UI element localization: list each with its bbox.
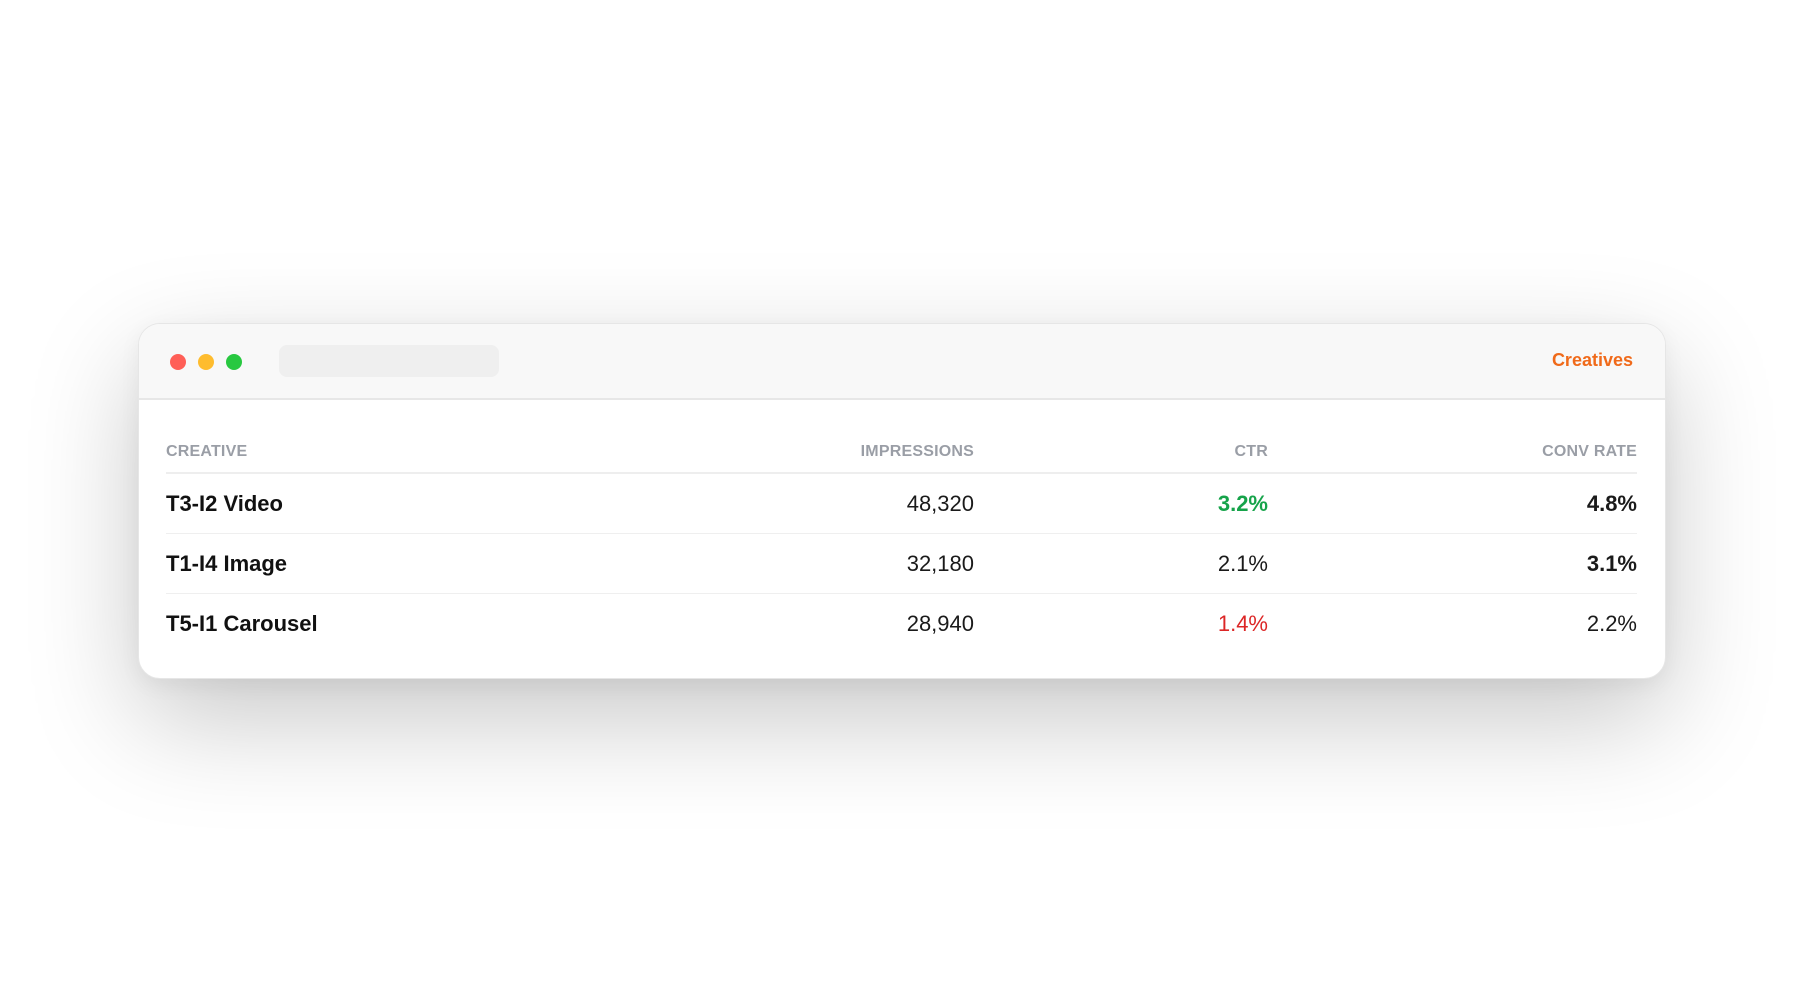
creative-name: T1-I4 Image	[166, 550, 288, 576]
conv-rate-value: 4.8%	[1586, 490, 1637, 516]
column-header-ctr[interactable]: CTR	[974, 443, 1268, 461]
table-row[interactable]: T1-I4 Image 32,180 2.1% 3.1%	[166, 534, 1637, 594]
maximize-window-button[interactable]	[226, 354, 242, 370]
conv-rate-value: 3.1%	[1586, 550, 1637, 576]
creatives-table: CREATIVE IMPRESSIONS CTR CONV RATE T3-I2…	[166, 432, 1637, 653]
address-bar[interactable]	[279, 345, 499, 377]
minimize-window-button[interactable]	[198, 354, 214, 370]
table-row[interactable]: T5-I1 Carousel 28,940 1.4% 2.2%	[166, 594, 1637, 653]
creative-name: T3-I2 Video	[166, 490, 283, 516]
conv-rate-value: 2.2%	[1586, 610, 1637, 636]
impressions-value: 28,940	[906, 610, 974, 636]
title-bar: Creatives	[139, 324, 1665, 400]
table-header-row: CREATIVE IMPRESSIONS CTR CONV RATE	[166, 432, 1637, 474]
ctr-value: 1.4%	[1217, 610, 1268, 636]
column-header-creative[interactable]: CREATIVE	[166, 443, 566, 461]
ctr-value: 2.1%	[1217, 550, 1268, 576]
impressions-value: 32,180	[906, 550, 974, 576]
app-window: Creatives CREATIVE IMPRESSIONS CTR CONV …	[138, 323, 1666, 679]
view-title: Creatives	[1551, 350, 1633, 370]
column-header-conv-rate[interactable]: CONV RATE	[1268, 443, 1637, 461]
creative-name: T5-I1 Carousel	[166, 610, 318, 636]
close-window-button[interactable]	[170, 354, 186, 370]
column-header-impressions[interactable]: IMPRESSIONS	[566, 443, 974, 461]
table-row[interactable]: T3-I2 Video 48,320 3.2% 4.8%	[166, 474, 1637, 534]
ctr-value: 3.2%	[1217, 490, 1268, 516]
impressions-value: 48,320	[906, 490, 974, 516]
